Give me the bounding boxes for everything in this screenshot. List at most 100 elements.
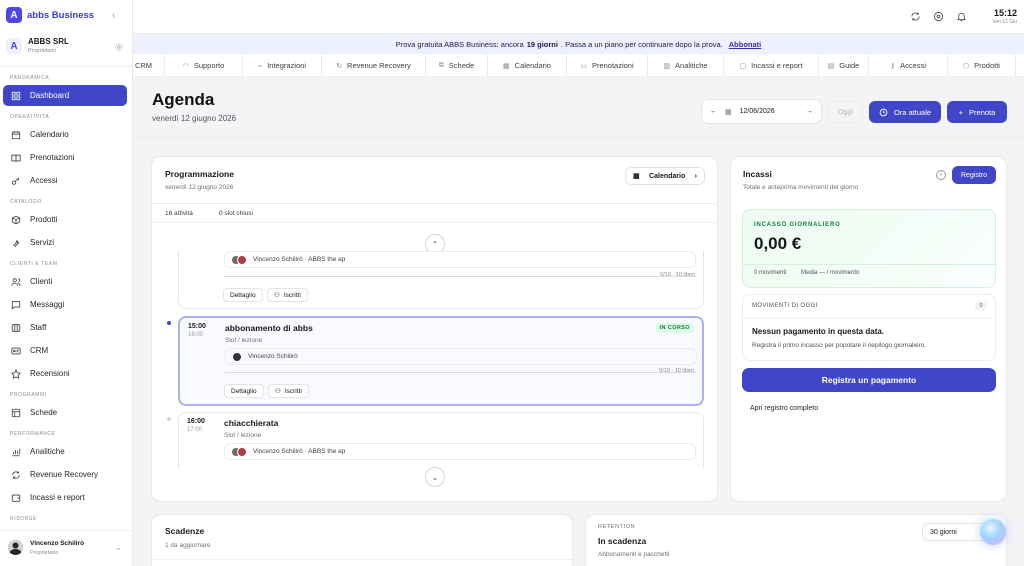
assistant-orb-icon[interactable] [980, 519, 1006, 545]
arrow-left-icon[interactable]: ← [710, 108, 717, 115]
scroll-down-button[interactable]: ⌄ [425, 467, 445, 487]
sidebar-item-incassi-report[interactable]: Incassi e report [3, 487, 127, 508]
daily-income-card: INCASSO GIORNALIERO 0,00 € 0 movimenti M… [742, 209, 997, 288]
tab-integrazioni[interactable]: ⌁ Integrazioni [243, 54, 322, 76]
divider [0, 66, 133, 67]
banner-prefix: Prova gratuita ABBS Business: ancora [395, 39, 524, 49]
sync-icon[interactable] [910, 11, 922, 23]
arrow-right-icon[interactable]: → [806, 108, 813, 115]
org-name: ABBS SRL [28, 37, 69, 46]
sidebar-item-analitiche[interactable]: Analitiche [3, 441, 127, 462]
current-time-button[interactable]: Ora attuale [869, 101, 941, 123]
abbs-logo-icon: A [6, 7, 22, 23]
today-button[interactable]: Oggi [828, 101, 863, 123]
tab-guide[interactable]: ▤ Guide [819, 54, 869, 76]
open-register-link[interactable]: Apri registro completo [750, 405, 818, 412]
enrolled-button[interactable]: ⚇ Iscritti [267, 288, 308, 302]
tab-prenotazioni[interactable]: ▭ Prenotazioni [567, 54, 648, 76]
attendees-text: Vincenzo Schilirò · ABBS the ap [253, 448, 346, 455]
event-card-current[interactable]: 15:00 16:00 abbonamento di abbs Slot / l… [178, 316, 704, 406]
enrolled-button[interactable]: ⚇ Iscritti [268, 384, 309, 398]
book-icon [11, 153, 21, 163]
tab-supporto[interactable]: ◠ Supporto [165, 54, 243, 76]
tab-prodotti[interactable]: ⬡ Prodotti [948, 54, 1016, 76]
register-button[interactable]: Registro [952, 166, 996, 184]
schedule-title: Programmazione [165, 169, 234, 179]
user-role: Proprietario [30, 550, 59, 556]
user-name: Vincenzo Schilirò [30, 540, 85, 547]
section-programmi: Programmi [10, 392, 47, 398]
wallet-icon [11, 493, 21, 503]
tab-label: Integrazioni [267, 61, 306, 70]
sidebar-item-revenue-recovery[interactable]: Revenue Recovery [3, 464, 127, 485]
tab-crm[interactable]: CRM [133, 54, 165, 76]
sidebar-item-label: Clienti [30, 277, 53, 286]
event-start: 16:00 [187, 418, 205, 425]
brand[interactable]: A abbs Business [6, 7, 94, 23]
grid-icon [11, 91, 21, 101]
staff-icon [11, 323, 21, 333]
calendar-icon [11, 130, 21, 140]
sidebar-item-recensioni[interactable]: Recensioni [3, 363, 127, 384]
collapse-sidebar-icon[interactable]: ‹ [112, 10, 115, 21]
wallet-icon: ▢ [739, 62, 747, 70]
sidebar-item-label: Schede [30, 408, 58, 417]
tab-incassi-report[interactable]: ▢ Incassi e report [724, 54, 819, 76]
settings-icon[interactable] [933, 11, 945, 23]
gear-icon[interactable] [114, 42, 124, 52]
enrolled-label: Iscritti [284, 387, 302, 395]
chart-icon [11, 447, 21, 457]
org-switcher[interactable]: A ABBS SRL Proprietario [6, 38, 128, 54]
capacity-text: 0/10 · 10 liberi [659, 368, 694, 374]
tab-calendario[interactable]: ▦ Calendario [488, 54, 567, 76]
headset-icon: ◠ [182, 62, 189, 70]
event-card[interactable]: 16:00 17:00 chiacchierata Slot / lezione… [178, 412, 704, 468]
tab-accessi[interactable]: ⚷ Accessi [869, 54, 948, 76]
detail-button[interactable]: Dettaglio [224, 384, 264, 398]
tab-analitiche[interactable]: ▥ Analitiche [648, 54, 724, 76]
info-icon[interactable]: i [936, 170, 946, 180]
incassi-card: Incassi Totale e anteprima movimenti del… [730, 156, 1007, 502]
tab-schede[interactable]: ⧉ Schede [426, 54, 488, 76]
event-end: 17:00 [187, 427, 203, 433]
section-clienti-team: Clienti e team [10, 261, 58, 267]
chevron-right-icon: › [694, 172, 697, 180]
clock-time: 15:12 [993, 8, 1017, 18]
today-movements-header: MOVIMENTI DI OGGI [752, 303, 818, 309]
sidebar-item-clienti[interactable]: Clienti [3, 271, 127, 292]
sidebar-item-accessi[interactable]: Accessi [3, 170, 127, 191]
event-title: chiacchierata [224, 418, 279, 428]
detail-button[interactable]: Dettaglio [223, 288, 263, 302]
plus-icon: + [958, 107, 964, 117]
bell-icon[interactable] [956, 11, 968, 23]
book-icon: ▭ [580, 62, 587, 70]
tab-revenue-recovery[interactable]: ↻ Revenue Recovery [322, 54, 426, 76]
guide-icon: ▤ [827, 62, 835, 70]
sidebar-item-calendario[interactable]: Calendario [3, 124, 127, 145]
message-icon [11, 300, 21, 310]
sidebar-item-prodotti[interactable]: Prodotti [3, 209, 127, 230]
register-payment-button[interactable]: Registra un pagamento [742, 368, 996, 392]
detail-label: Dettaglio [230, 291, 256, 299]
detail-label: Dettaglio [231, 387, 257, 395]
wrench-icon [11, 238, 21, 248]
event-card[interactable]: Vincenzo Schilirò · ABBS the ap 0/10 · 1… [178, 251, 704, 309]
divider [743, 317, 995, 318]
sidebar-item-label: Prodotti [30, 215, 58, 224]
subscribe-link[interactable]: Abbonati [729, 40, 762, 49]
sidebar-item-crm[interactable]: CRM [3, 340, 127, 361]
calendar-button[interactable]: ▦ Calendario › [625, 167, 705, 185]
date-input[interactable]: 12/06/2026 [740, 108, 798, 115]
sidebar-item-prenotazioni[interactable]: Prenotazioni [3, 147, 127, 168]
sidebar-item-schede[interactable]: Schede [3, 402, 127, 423]
tab-label: Accessi [900, 61, 926, 70]
sidebar-item-staff[interactable]: Staff [3, 317, 127, 338]
user-menu[interactable]: Vincenzo Schilirò Proprietario ⌄ [0, 530, 133, 566]
sidebar-item-messaggi[interactable]: Messaggi [3, 294, 127, 315]
range-select[interactable]: 30 giorni [922, 523, 988, 541]
refresh-icon: ↻ [336, 62, 343, 70]
book-button[interactable]: + Prenota [947, 101, 1007, 123]
sidebar-item-dashboard[interactable]: Dashboard [3, 85, 127, 106]
org-logo-icon: A [6, 38, 22, 54]
sidebar-item-servizi[interactable]: Servizi [3, 232, 127, 253]
